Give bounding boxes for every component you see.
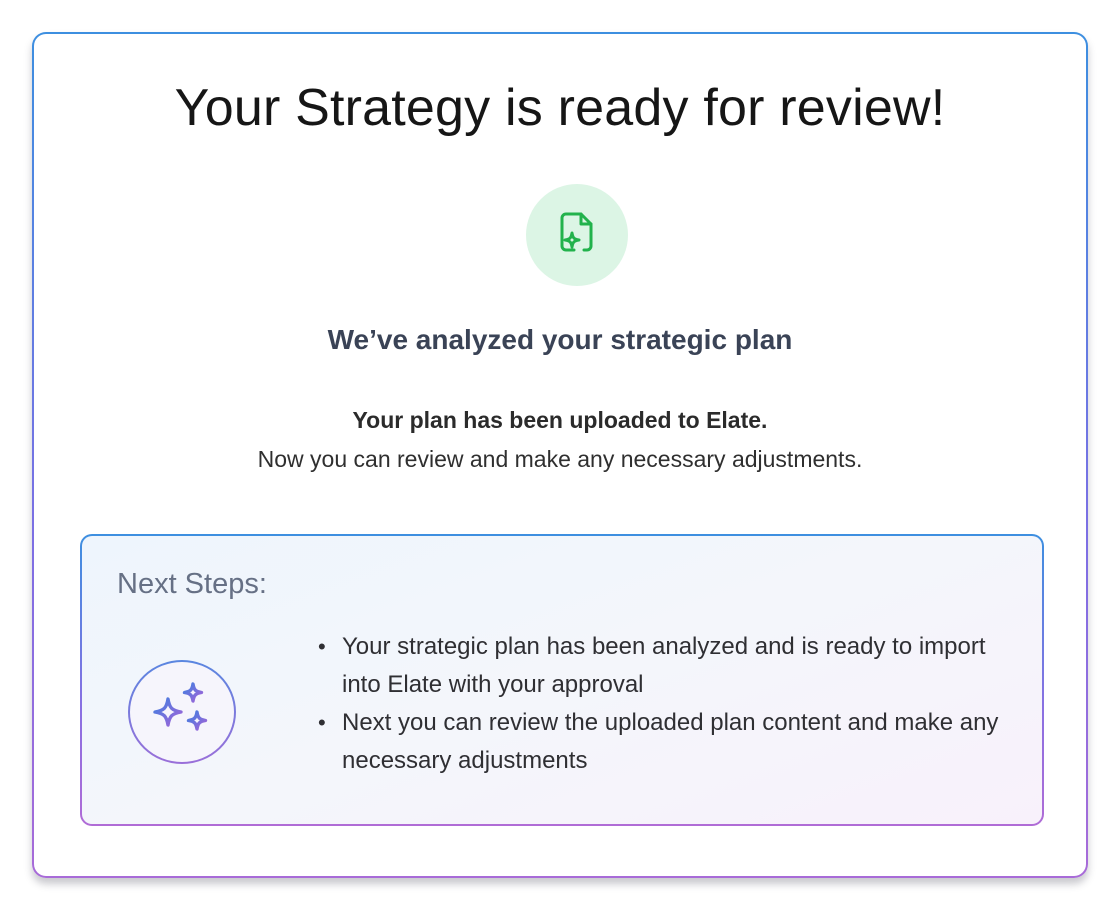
next-step-text: Next you can review the uploaded plan co… <box>342 709 999 774</box>
sparkles-icon <box>150 681 214 744</box>
next-steps-list: • Your strategic plan has been analyzed … <box>314 628 1014 780</box>
next-steps-heading: Next Steps: <box>117 568 267 600</box>
next-steps-panel: Next Steps: • Your strategic plan has be… <box>82 536 1042 824</box>
page-title: Your Strategy is ready for review! <box>174 79 946 137</box>
strategy-review-card-frame: Your Strategy is ready for review! We’ve… <box>32 32 1088 878</box>
sparkles-badge <box>128 660 236 764</box>
next-steps-panel-frame: Next Steps: • Your strategic plan has be… <box>80 534 1044 826</box>
strategy-review-card: Your Strategy is ready for review! We’ve… <box>34 34 1086 876</box>
review-instruction-text: Now you can review and make any necessar… <box>257 446 863 472</box>
status-icon-badge <box>526 184 628 286</box>
list-item: • Your strategic plan has been analyzed … <box>318 633 986 698</box>
list-item: • Next you can review the uploaded plan … <box>318 709 999 774</box>
next-step-text: Your strategic plan has been analyzed an… <box>342 633 986 698</box>
upload-confirmation-text: Your plan has been uploaded to Elate. <box>352 407 768 433</box>
analysis-subtitle: We’ve analyzed your strategic plan <box>327 324 793 355</box>
document-sparkle-icon <box>557 210 597 261</box>
